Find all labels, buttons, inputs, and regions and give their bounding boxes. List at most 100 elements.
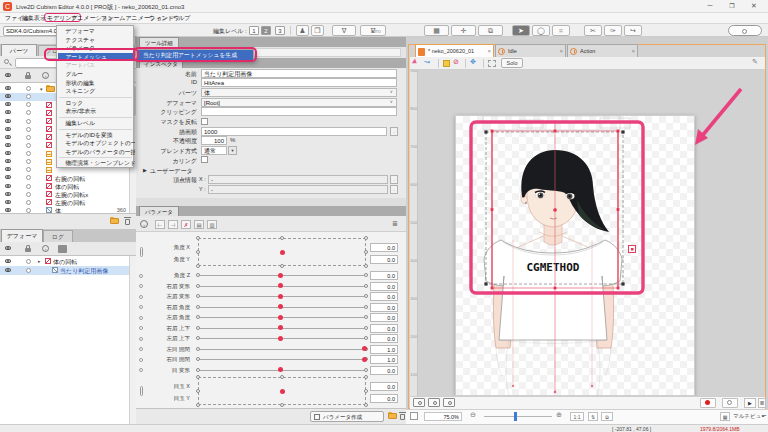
param-indicator[interactable] xyxy=(139,347,143,351)
solo-radio[interactable] xyxy=(26,127,31,132)
selection-rect-icon[interactable] xyxy=(488,60,496,67)
inspector-field[interactable]: - xyxy=(208,175,388,184)
param-indicator[interactable] xyxy=(139,295,143,299)
visibility-eye-icon[interactable] xyxy=(5,268,12,273)
tool-move-icon[interactable]: ✛ xyxy=(451,25,476,36)
solo-radio[interactable] xyxy=(26,268,31,273)
fit-button[interactable]: ⇅ xyxy=(588,412,598,421)
zoom-value-field[interactable]: 75.0% xyxy=(424,412,462,421)
inspector-field[interactable]: - xyxy=(208,185,388,194)
edit-level-1[interactable]: 1 xyxy=(249,26,259,35)
actual-size-button[interactable]: 1:1 xyxy=(570,412,584,421)
param-tool-0[interactable]: ⊢ xyxy=(155,220,165,229)
close-button[interactable]: ✕ xyxy=(744,2,764,12)
solo-radio[interactable] xyxy=(26,200,31,205)
multiview-grid-icon[interactable]: ▦ xyxy=(720,412,730,421)
tab-parameters[interactable]: パラメータ xyxy=(139,206,179,216)
menu-item-14[interactable]: 物理演算・シーンブレンド設定を開く xyxy=(58,159,135,168)
camera-icon[interactable] xyxy=(413,398,425,407)
solo-radio[interactable] xyxy=(26,192,31,197)
menu-item-1[interactable]: テクスチャ xyxy=(58,36,135,45)
menu-item-6[interactable]: 形状の編集 xyxy=(58,79,135,88)
param-2d-center-knob[interactable] xyxy=(280,389,285,394)
param-knob[interactable] xyxy=(278,367,283,372)
lock-icon[interactable] xyxy=(25,245,31,252)
edit-level-2[interactable]: 2 xyxy=(261,26,271,35)
forbid-tool-icon[interactable]: ⊘ xyxy=(453,58,459,66)
inspector-field[interactable] xyxy=(201,107,397,116)
visibility-eye-icon[interactable] xyxy=(5,167,12,172)
solo-radio[interactable] xyxy=(26,143,31,148)
expand-all-icon[interactable]: › xyxy=(42,72,49,79)
tool-path-icon[interactable]: ↪ xyxy=(624,25,642,36)
menu-item-8[interactable]: ロック xyxy=(58,99,135,108)
inspector-field[interactable]: 当たり判定用画像 xyxy=(201,69,397,78)
visibility-eye-icon[interactable] xyxy=(5,86,12,91)
param-knob[interactable] xyxy=(278,283,283,288)
expand-all-icon[interactable]: › xyxy=(42,245,49,252)
tab-close-icon[interactable]: × xyxy=(631,48,635,54)
inspector-combo[interactable]: 通常 xyxy=(201,146,227,155)
param-value[interactable]: 0.0 xyxy=(370,255,398,264)
visibility-eye-icon[interactable] xyxy=(5,184,12,189)
zoom-slider-thumb[interactable] xyxy=(514,412,517,421)
inspector-field[interactable]: 100 xyxy=(201,136,227,145)
display-option-icon[interactable] xyxy=(58,245,67,253)
solo-radio[interactable] xyxy=(26,151,31,156)
visibility-eye-icon[interactable] xyxy=(5,246,12,251)
param-menu-icon[interactable]: ≣ xyxy=(392,220,398,228)
field-more-button[interactable]: · xyxy=(390,185,398,194)
param-tool-1[interactable]: ⊣ xyxy=(168,220,178,229)
param-indicator[interactable] xyxy=(139,284,143,288)
param-value[interactable]: 0.0 xyxy=(370,382,398,391)
solo-radio[interactable] xyxy=(26,184,31,189)
deformer-scrollbar[interactable] xyxy=(129,256,136,424)
param-knob[interactable] xyxy=(362,346,367,351)
visibility-eye-icon[interactable] xyxy=(5,119,12,124)
param-indicator[interactable] xyxy=(139,326,143,330)
folder-icon[interactable] xyxy=(110,217,119,224)
tool-brush-icon[interactable]: ⌗ xyxy=(552,25,570,36)
folder-icon[interactable] xyxy=(46,85,55,92)
camera-icon[interactable] xyxy=(443,398,455,407)
tab-tool-detail[interactable]: ツール詳細 xyxy=(139,37,179,47)
param-track[interactable] xyxy=(198,349,366,350)
inspector-checkbox[interactable] xyxy=(201,156,208,163)
trash-icon[interactable] xyxy=(124,217,131,225)
param-tool-4[interactable]: ▥ xyxy=(207,220,217,229)
zoom-out-icon[interactable]: ⊖ xyxy=(470,411,476,419)
glue-tool-icon[interactable] xyxy=(443,60,450,67)
visibility-eye-icon[interactable] xyxy=(5,135,12,140)
tool-window-icon[interactable]: ❐ xyxy=(311,25,324,36)
solo-button[interactable]: Solo xyxy=(501,58,523,68)
visibility-eye-icon[interactable] xyxy=(5,192,12,197)
visibility-eye-icon[interactable] xyxy=(5,175,12,180)
menu-7[interactable]: ヘルプ xyxy=(170,14,192,23)
param-default-icon[interactable]: › xyxy=(140,220,148,228)
disclosure-icon[interactable]: ▶ xyxy=(143,167,147,173)
param-value[interactable]: 0.0 xyxy=(370,334,398,343)
param-knob[interactable] xyxy=(278,336,283,341)
tab-parts[interactable]: パーツ xyxy=(1,44,37,56)
visibility-eye-icon[interactable] xyxy=(5,159,12,164)
tab-deformer[interactable]: デフォーマ xyxy=(1,229,43,242)
visibility-eye-icon[interactable] xyxy=(5,259,12,264)
canvas-tab-1[interactable]: Idle× xyxy=(495,44,566,57)
param-knob[interactable] xyxy=(278,273,283,278)
expander-icon[interactable]: ▸ xyxy=(38,258,41,264)
param-indicator[interactable] xyxy=(139,368,143,372)
tool-lasso-icon[interactable]: ◯ xyxy=(532,25,550,36)
visibility-eye-icon[interactable] xyxy=(5,110,12,115)
param-value[interactable]: 0.0 xyxy=(370,282,398,291)
menu-item-0[interactable]: デフォーマ xyxy=(58,27,135,36)
param-knob[interactable] xyxy=(278,315,283,320)
tool-copy-icon[interactable]: ⧉ xyxy=(478,25,503,36)
zoom-slider-track[interactable] xyxy=(484,416,552,417)
param-value[interactable]: 0.0 xyxy=(370,303,398,312)
visibility-eye-icon[interactable] xyxy=(5,102,12,107)
inspector-select[interactable]: [Root] xyxy=(201,98,397,107)
tool-arrow-icon[interactable]: ➤ xyxy=(512,25,530,36)
param-value[interactable]: 1.0 xyxy=(370,355,398,364)
menu-item-10[interactable]: 編集レベル xyxy=(58,119,135,128)
tool-mesh-manual-icon[interactable]: ∇ xyxy=(332,25,356,36)
